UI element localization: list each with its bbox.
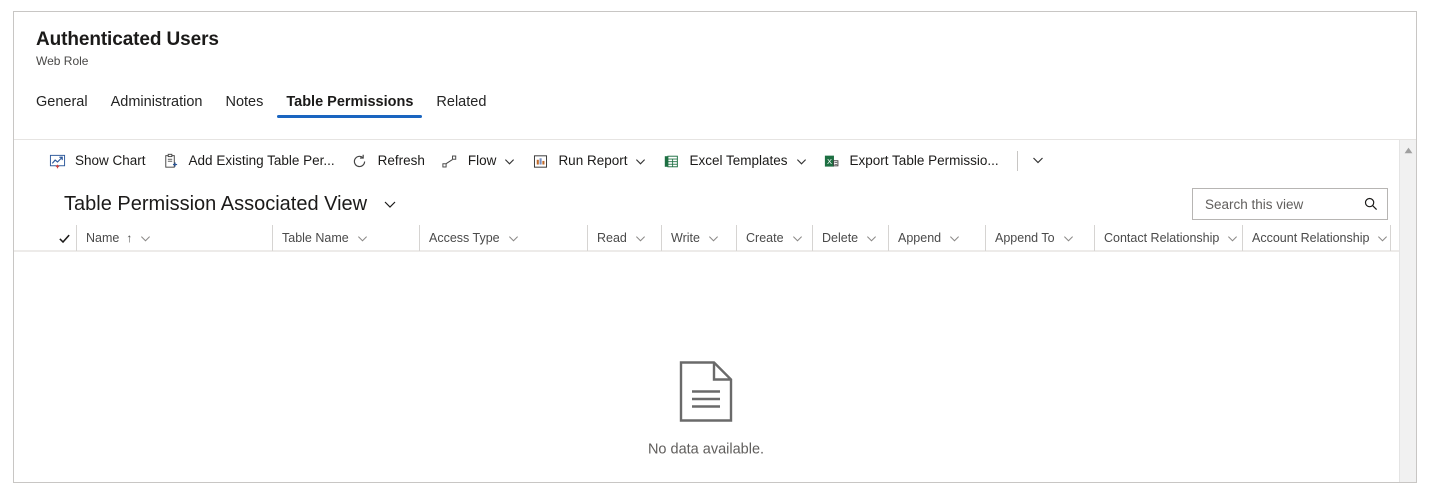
tab-table-permissions[interactable]: Table Permissions xyxy=(277,94,423,118)
form-tabstrip: General Administration Notes Table Permi… xyxy=(14,87,1416,118)
tab-general[interactable]: General xyxy=(27,94,97,118)
search-input[interactable] xyxy=(1203,195,1363,213)
record-header: Authenticated Users Web Role xyxy=(14,12,1416,70)
chevron-down-icon[interactable] xyxy=(140,233,151,244)
column-header-access-type[interactable]: Access Type xyxy=(419,225,587,251)
column-header-label: Contact Relationship xyxy=(1104,231,1220,245)
grid-body: No data available. xyxy=(14,300,1416,482)
column-header-label: Read xyxy=(597,231,627,245)
column-header-read[interactable]: Read xyxy=(587,225,661,251)
scroll-up-arrow-icon[interactable] xyxy=(1400,143,1416,157)
column-header-label: Access Type xyxy=(429,231,500,245)
excel-templates-label: Excel Templates xyxy=(689,153,788,168)
page-title: Authenticated Users xyxy=(36,29,219,50)
chevron-down-icon[interactable] xyxy=(1063,233,1074,244)
chevron-down-icon[interactable] xyxy=(635,156,646,167)
flow-label: Flow xyxy=(467,153,497,168)
column-header-label: Write xyxy=(671,231,700,245)
export-excel-icon: X xyxy=(823,152,841,170)
add-existing-table-permission-button[interactable]: Add Existing Table Per... xyxy=(154,144,343,178)
chevron-down-icon[interactable] xyxy=(708,233,719,244)
chevron-down-icon[interactable] xyxy=(792,233,803,244)
vertical-scrollbar[interactable] xyxy=(1399,140,1416,482)
column-header-write[interactable]: Write xyxy=(661,225,736,251)
view-name-label: Table Permission Associated View xyxy=(64,193,368,215)
chevron-down-icon[interactable] xyxy=(866,233,877,244)
search-icon[interactable] xyxy=(1363,196,1379,212)
column-header-label: Table Name xyxy=(282,231,349,245)
record-form-page: Authenticated Users Web Role General Adm… xyxy=(13,11,1417,483)
column-header-label: Append To xyxy=(995,231,1055,245)
record-subtitle: Web Role xyxy=(36,54,89,68)
flow-button[interactable]: Flow xyxy=(433,144,524,178)
column-header-name[interactable]: Name ↑ xyxy=(76,225,272,251)
chevron-down-icon xyxy=(1032,154,1044,169)
column-header-table-name[interactable]: Table Name xyxy=(272,225,419,251)
document-icon xyxy=(678,361,734,428)
svg-text:X: X xyxy=(827,156,832,165)
chevron-down-icon[interactable] xyxy=(383,197,397,211)
export-table-permissions-label: Export Table Permissio... xyxy=(849,153,999,168)
empty-state-message: No data available. xyxy=(647,441,765,458)
tab-administration[interactable]: Administration xyxy=(102,94,212,118)
chevron-down-icon[interactable] xyxy=(1227,233,1238,244)
chevron-down-icon[interactable] xyxy=(508,233,519,244)
select-all-checkbox[interactable] xyxy=(52,232,76,245)
sort-ascending-icon: ↑ xyxy=(126,231,133,245)
excel-templates-icon xyxy=(662,152,680,170)
column-header-delete[interactable]: Delete xyxy=(812,225,888,251)
tab-related[interactable]: Related xyxy=(427,94,495,118)
run-report-label: Run Report xyxy=(558,153,628,168)
add-existing-label: Add Existing Table Per... xyxy=(188,153,335,168)
column-header-append-to[interactable]: Append To xyxy=(985,225,1094,251)
chevron-down-icon[interactable] xyxy=(796,156,807,167)
show-chart-label: Show Chart xyxy=(75,153,146,168)
column-header-label: Create xyxy=(746,231,784,245)
flow-icon xyxy=(441,152,459,170)
show-chart-icon xyxy=(48,152,66,170)
column-header-label: Append xyxy=(898,231,942,245)
excel-templates-button[interactable]: Excel Templates xyxy=(654,144,814,178)
chevron-down-icon[interactable] xyxy=(635,233,646,244)
chevron-down-icon[interactable] xyxy=(504,156,515,167)
command-bar: Show Chart Add Existing Table Per... Ref… xyxy=(14,140,1416,182)
search-this-view[interactable] xyxy=(1192,188,1388,220)
command-bar-divider xyxy=(1016,151,1018,171)
chevron-down-icon[interactable] xyxy=(1377,233,1388,244)
export-table-permissions-button[interactable]: X Export Table Permissio... xyxy=(815,144,1007,178)
column-header-label: Delete xyxy=(822,231,859,245)
empty-state: No data available. xyxy=(14,361,1398,458)
refresh-label: Refresh xyxy=(377,153,425,168)
column-header-label: Account Relationship xyxy=(1252,231,1370,245)
column-header-contact-relationship[interactable]: Contact Relationship xyxy=(1094,225,1242,251)
run-report-icon xyxy=(531,152,549,170)
chevron-down-icon[interactable] xyxy=(357,233,368,244)
table-permissions-subgrid: Show Chart Add Existing Table Per... Ref… xyxy=(14,139,1416,482)
chevron-down-icon[interactable] xyxy=(949,233,960,244)
run-report-button[interactable]: Run Report xyxy=(523,144,654,178)
refresh-icon xyxy=(351,152,369,170)
view-selector[interactable]: Table Permission Associated View xyxy=(64,191,397,217)
command-bar-overflow-button[interactable] xyxy=(1024,144,1052,178)
refresh-button[interactable]: Refresh xyxy=(343,144,433,178)
grid-column-headers: Name ↑ Table Name Access Type Read Write… xyxy=(14,225,1416,252)
show-chart-button[interactable]: Show Chart xyxy=(40,144,154,178)
column-header-create[interactable]: Create xyxy=(736,225,812,251)
view-selector-row: Table Permission Associated View xyxy=(14,182,1416,226)
add-existing-record-icon xyxy=(162,152,180,170)
tab-notes[interactable]: Notes xyxy=(216,94,272,118)
column-header-append[interactable]: Append xyxy=(888,225,985,251)
column-header-account-relationship[interactable]: Account Relationship xyxy=(1242,225,1390,251)
column-header-label: Name xyxy=(86,231,120,245)
